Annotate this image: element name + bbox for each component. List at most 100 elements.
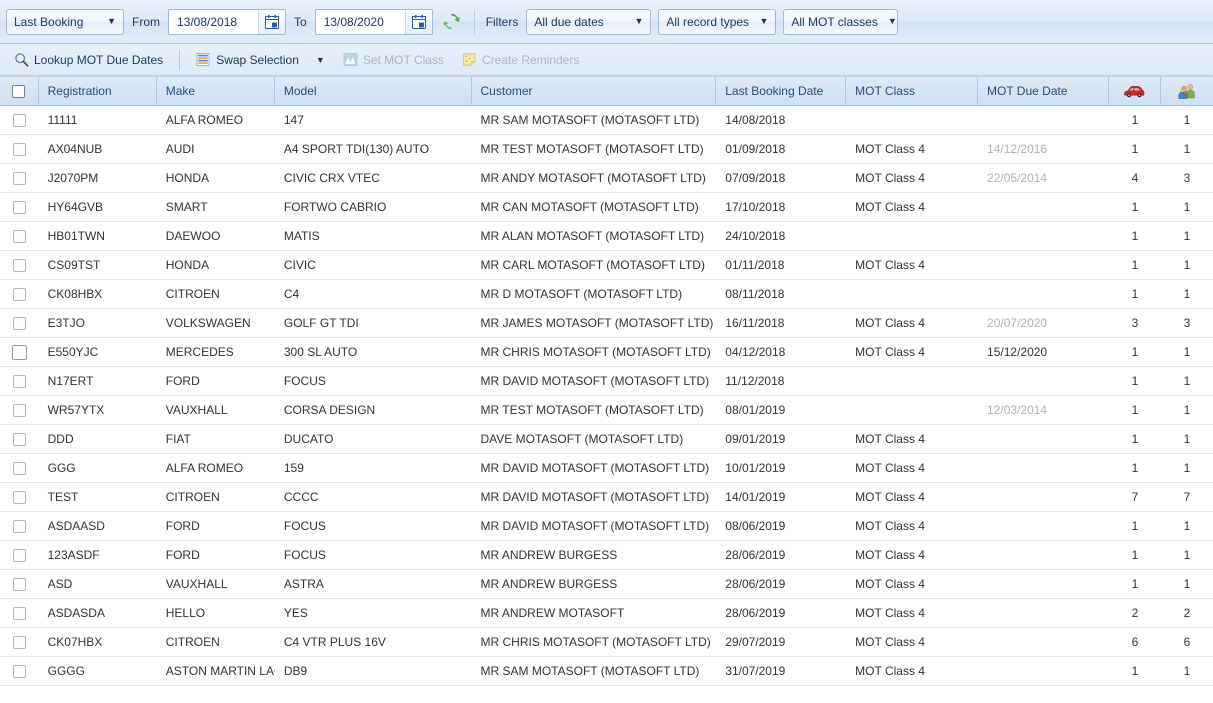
row-select-cell[interactable]: [0, 512, 39, 540]
create-reminders-label: Create Reminders: [481, 52, 580, 67]
set-mot-class-button[interactable]: Set MOT Class: [335, 48, 452, 72]
from-date-field[interactable]: 13/08/2018: [168, 8, 286, 35]
table-row[interactable]: ASDASDA HELLO YES MR ANDREW MOTASOFT 28/06/2…: [0, 599, 1213, 628]
row-checkbox[interactable]: [12, 229, 26, 243]
table-row[interactable]: HB01TWN DAEWOO MATIS MR ALAN MOTASOFT (MOTA…: [0, 222, 1213, 251]
column-header-customers[interactable]: [1161, 77, 1213, 105]
mot-due-dates-grid: Registration Make Model Customer Last Bo…: [0, 76, 1213, 686]
row-checkbox[interactable]: [12, 113, 26, 127]
row-checkbox[interactable]: [12, 142, 26, 156]
cell-registration: GGG: [47, 461, 76, 475]
row-select-cell[interactable]: [0, 570, 39, 598]
cell-last-booking-date: 31/07/2019: [725, 664, 786, 678]
row-select-cell[interactable]: [0, 396, 39, 424]
row-select-cell[interactable]: [0, 425, 39, 453]
row-select-cell[interactable]: [0, 106, 39, 134]
row-select-cell[interactable]: [0, 483, 39, 511]
table-row[interactable]: GGG ALFA ROMEO 159 MR DAVID MOTASOFT (MOTAS…: [0, 454, 1213, 483]
cell-make: HONDA: [165, 258, 210, 272]
swap-selection-button[interactable]: Swap Selection ▼: [188, 48, 333, 72]
cell-customers: 1: [1183, 113, 1191, 127]
row-checkbox[interactable]: [12, 171, 26, 185]
cell-vehicles: 1: [1131, 200, 1139, 214]
table-row[interactable]: 11111 ALFA ROMEO 147 MR SAM MOTASOFT (MOTAS…: [0, 106, 1213, 135]
to-date-field[interactable]: 13/08/2020: [314, 8, 433, 35]
row-select-cell[interactable]: [0, 135, 39, 163]
row-checkbox[interactable]: [12, 664, 26, 678]
row-checkbox[interactable]: [12, 432, 26, 446]
column-header-make[interactable]: Make: [157, 77, 275, 105]
row-checkbox[interactable]: [12, 606, 26, 620]
select-all-checkbox[interactable]: [12, 84, 26, 98]
create-reminders-button[interactable]: Create Reminders: [454, 48, 587, 72]
column-header-mot-due-date[interactable]: MOT Due Date: [978, 77, 1109, 105]
row-checkbox[interactable]: [12, 461, 26, 475]
to-date-calendar-button[interactable]: [404, 9, 432, 34]
due-dates-filter-dropdown[interactable]: All due dates ▼: [526, 8, 652, 35]
table-row[interactable]: CK08HBX CITROEN C4 MR D MOTASOFT (MOTASOFT …: [0, 280, 1213, 309]
column-header-mot-class[interactable]: MOT Class: [846, 77, 979, 105]
table-row[interactable]: AX04NUB AUDI A4 SPORT TDI(130) AUTO MR TEST…: [0, 135, 1213, 164]
table-row[interactable]: E550YJC MERCEDES 300 SL AUTO MR CHRIS MOTAS…: [0, 338, 1213, 367]
cell-mot-due-date: [978, 425, 1109, 453]
row-checkbox[interactable]: [12, 200, 26, 214]
row-select-cell[interactable]: [0, 599, 39, 627]
cell-mot-class: MOT Class 4: [855, 171, 925, 185]
row-checkbox[interactable]: [12, 490, 26, 504]
table-row[interactable]: E3TJO VOLKSWAGEN GOLF GT TDI MR JAMES MOTAS…: [0, 309, 1213, 338]
table-row[interactable]: WR57YTX VAUXHALL CORSA DESIGN MR TEST MOTAS…: [0, 396, 1213, 425]
lookup-mot-due-dates-button[interactable]: Lookup MOT Due Dates: [6, 48, 171, 72]
column-header-last-booking-date[interactable]: Last Booking Date: [716, 77, 847, 105]
refresh-button[interactable]: [440, 10, 464, 34]
row-checkbox[interactable]: [12, 374, 26, 388]
row-select-cell[interactable]: [0, 628, 39, 656]
cell-model: C4: [283, 287, 300, 301]
chevron-down-icon[interactable]: ▼: [316, 55, 325, 65]
table-row[interactable]: ASD VAUXHALL ASTRA MR ANDREW BURGESS 28/06/2…: [0, 570, 1213, 599]
select-all-header-cell[interactable]: [0, 77, 39, 105]
table-row[interactable]: J2070PM HONDA CIVIC CRX VTEC MR ANDY MOTASO…: [0, 164, 1213, 193]
row-checkbox[interactable]: [12, 258, 26, 272]
table-row[interactable]: N17ERT FORD FOCUS MR DAVID MOTASOFT (MOTASO…: [0, 367, 1213, 396]
row-checkbox[interactable]: [12, 403, 26, 417]
row-checkbox[interactable]: [12, 316, 26, 330]
row-select-cell[interactable]: [0, 280, 39, 308]
row-select-cell[interactable]: [0, 454, 39, 482]
row-select-cell[interactable]: [0, 193, 39, 221]
column-header-vehicles[interactable]: [1109, 77, 1161, 105]
action-divider: [179, 49, 181, 70]
table-row[interactable]: CK07HBX CITROEN C4 VTR PLUS 16V MR CHRIS MO…: [0, 628, 1213, 657]
row-select-cell[interactable]: [0, 338, 39, 366]
table-row[interactable]: HY64GVB SMART FORTWO CABRIO MR CAN MOTASOFT…: [0, 193, 1213, 222]
row-select-cell[interactable]: [0, 164, 39, 192]
sort-by-dropdown[interactable]: Last Booking ▼: [6, 8, 124, 35]
record-types-filter-dropdown[interactable]: All record types ▼: [658, 8, 777, 35]
table-row[interactable]: TEST CITROEN CCCC MR DAVID MOTASOFT (MOTASO…: [0, 483, 1213, 512]
row-select-cell[interactable]: [0, 541, 39, 569]
table-row[interactable]: GGGG ASTON MARTIN LAGONDA DB9 MR SAM MOTASO…: [0, 657, 1213, 686]
row-checkbox[interactable]: [12, 577, 26, 591]
cell-last-booking-date: 11/12/2018: [725, 374, 785, 388]
column-header-customer[interactable]: Customer: [472, 77, 717, 105]
row-checkbox[interactable]: [12, 287, 26, 301]
row-checkbox[interactable]: [12, 548, 26, 562]
row-select-cell[interactable]: [0, 309, 39, 337]
row-checkbox[interactable]: [12, 519, 26, 533]
column-header-registration[interactable]: Registration: [39, 77, 157, 105]
column-header-model[interactable]: Model: [275, 77, 472, 105]
table-row[interactable]: DDD FIAT DUCATO DAVE MOTASOFT (MOTASOFT LTD…: [0, 425, 1213, 454]
from-date-calendar-button[interactable]: [258, 9, 285, 34]
table-row[interactable]: ASDAASD FORD FOCUS MR DAVID MOTASOFT (MOTAS…: [0, 512, 1213, 541]
row-select-cell[interactable]: [0, 657, 39, 685]
table-row[interactable]: 123ASDF FORD FOCUS MR ANDREW BURGESS 28/06/2…: [0, 541, 1213, 570]
cell-customers: 2: [1183, 606, 1191, 620]
row-select-cell[interactable]: [0, 222, 39, 250]
mot-classes-filter-dropdown[interactable]: All MOT classes ▼: [783, 8, 899, 35]
row-select-cell[interactable]: [0, 251, 39, 279]
row-select-cell[interactable]: [0, 367, 39, 395]
cell-model: CORSA DESIGN: [283, 403, 376, 417]
row-checkbox[interactable]: [11, 344, 27, 360]
cell-registration: CS09TST: [47, 258, 101, 272]
table-row[interactable]: CS09TST HONDA CIVIC MR CARL MOTASOFT (MOTAS…: [0, 251, 1213, 280]
row-checkbox[interactable]: [12, 635, 26, 649]
